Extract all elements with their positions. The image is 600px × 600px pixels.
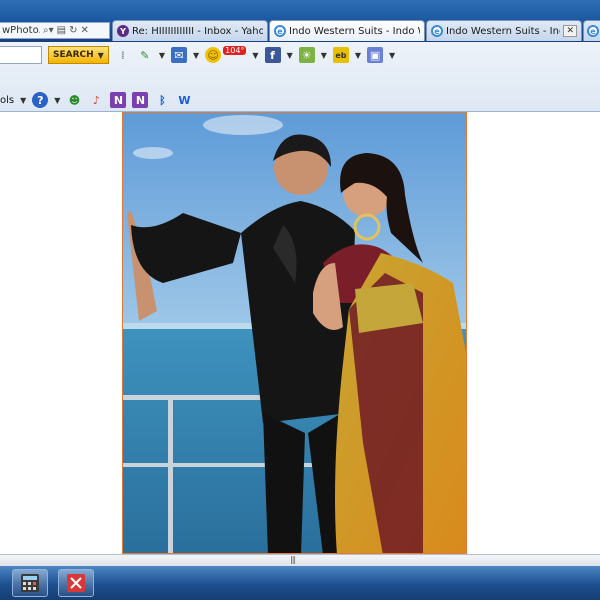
chevron-down-icon[interactable]: ▼ bbox=[287, 51, 293, 60]
chevron-down-icon[interactable]: ▼ bbox=[321, 51, 327, 60]
search-icon[interactable]: ⌕▾ bbox=[43, 25, 54, 36]
couple-photo-image bbox=[123, 113, 466, 553]
page-content bbox=[0, 112, 600, 554]
chevron-down-icon[interactable]: ▼ bbox=[252, 51, 258, 60]
onenote-icon[interactable]: N bbox=[110, 92, 127, 108]
calculator-icon bbox=[21, 574, 39, 592]
tab-strip: wPhoto.ph ⌕▾ ▤ ↻ ✕ Y Re: HIIIIIIIIIIII -… bbox=[0, 0, 600, 42]
yahoo-mail-icon: Y bbox=[117, 25, 129, 37]
separator-grip-icon: ⁞ bbox=[120, 48, 125, 62]
research-icon[interactable]: ♪ bbox=[88, 92, 104, 108]
red-app-icon bbox=[67, 574, 85, 592]
highlight-icon[interactable]: ✎ bbox=[137, 47, 153, 63]
tab-yahoo-inbox[interactable]: Y Re: HIIIIIIIIIIII - Inbox - Yahoo... bbox=[112, 20, 268, 41]
address-text[interactable]: wPhoto.ph bbox=[2, 25, 40, 36]
facebook-icon[interactable]: f bbox=[264, 47, 281, 63]
toolbar-row-2: ols ▼ ? ▼ ☻ ♪ N N ᛒ W bbox=[0, 90, 600, 110]
ie-icon: e bbox=[587, 25, 599, 37]
address-bar[interactable]: wPhoto.ph ⌕▾ ▤ ↻ ✕ bbox=[0, 22, 110, 39]
chevron-down-icon[interactable]: ▼ bbox=[389, 51, 395, 60]
help-icon[interactable]: ? bbox=[32, 92, 49, 108]
weather-icon[interactable]: ☀ bbox=[298, 47, 315, 63]
ie-icon: e bbox=[431, 25, 443, 37]
notification-badge: 104° bbox=[223, 45, 247, 55]
word-icon[interactable]: W bbox=[176, 92, 192, 108]
bluetooth-icon[interactable]: ᛒ bbox=[154, 92, 170, 108]
refresh-icon[interactable]: ↻ bbox=[69, 25, 77, 36]
status-bar: ||| bbox=[0, 554, 600, 566]
mail-icon[interactable]: ✉ bbox=[170, 47, 187, 63]
onenote-linked-icon[interactable]: N bbox=[132, 92, 149, 108]
chevron-down-icon[interactable]: ▼ bbox=[98, 51, 104, 60]
tools-menu[interactable]: ols bbox=[0, 95, 14, 106]
search-button-label: SEARCH bbox=[53, 50, 94, 60]
app-icon[interactable]: ▣ bbox=[367, 47, 384, 63]
compatibility-icon[interactable]: ▤ bbox=[57, 25, 66, 36]
toolbar-row-1: SEARCH ▼ ⁞ ✎ ▼ ✉ ▼ ☺ 104° ▼ f ▼ ☀ ▼ eb ▼… bbox=[0, 42, 600, 68]
ebay-icon[interactable]: eb bbox=[332, 47, 349, 63]
stop-icon[interactable]: ✕ bbox=[80, 25, 88, 36]
tab-label: Indo Western Suits - Indo West... bbox=[289, 25, 420, 37]
chevron-down-icon[interactable]: ▼ bbox=[159, 51, 165, 60]
chevron-down-icon[interactable]: ▼ bbox=[193, 51, 199, 60]
ie-icon: e bbox=[274, 25, 286, 37]
tab-label: Indo Western Suits - Indo West... bbox=[446, 25, 560, 37]
smiley-icon[interactable]: ☺ bbox=[205, 47, 222, 63]
tab-indo-western-2[interactable]: e Indo Western Suits - Indo West... ✕ bbox=[426, 20, 582, 41]
tab-indo-western-1[interactable]: e Indo Western Suits - Indo West... bbox=[269, 20, 425, 41]
chevron-down-icon[interactable]: ▼ bbox=[54, 96, 60, 105]
chevron-down-icon[interactable]: ▼ bbox=[20, 96, 26, 105]
toolbars: SEARCH ▼ ⁞ ✎ ▼ ✉ ▼ ☺ 104° ▼ f ▼ ☀ ▼ eb ▼… bbox=[0, 42, 600, 112]
people-icon[interactable]: ☻ bbox=[66, 92, 82, 108]
search-button[interactable]: SEARCH ▼ bbox=[48, 46, 109, 64]
new-tab-button[interactable]: e bbox=[583, 20, 600, 41]
chevron-down-icon[interactable]: ▼ bbox=[355, 51, 361, 60]
taskbar-calculator-button[interactable] bbox=[12, 569, 48, 597]
product-photo bbox=[122, 112, 467, 554]
close-tab-icon[interactable]: ✕ bbox=[563, 25, 577, 37]
taskbar bbox=[0, 566, 600, 600]
taskbar-app-button[interactable] bbox=[58, 569, 94, 597]
toolbar-search-input[interactable] bbox=[0, 46, 42, 64]
resize-grip-icon[interactable]: ||| bbox=[290, 555, 296, 564]
tab-label: Re: HIIIIIIIIIIII - Inbox - Yahoo... bbox=[132, 25, 263, 37]
